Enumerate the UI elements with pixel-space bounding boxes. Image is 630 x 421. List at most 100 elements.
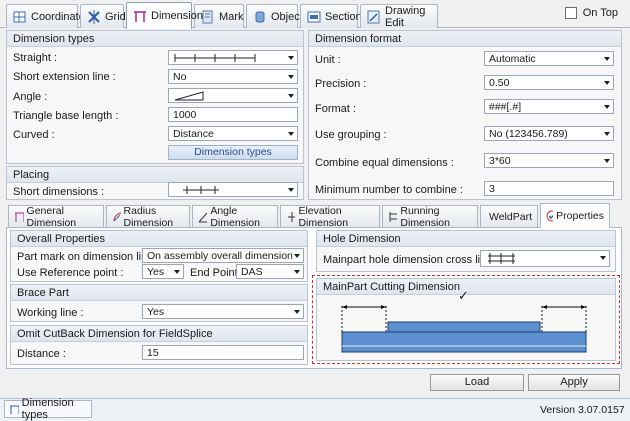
- working-line-select[interactable]: Yes: [142, 304, 304, 319]
- short-dimension-preview-icon: [183, 186, 219, 194]
- triangle-base-input[interactable]: 1000: [168, 107, 298, 122]
- mainpart-hole-label: Mainpart hole dimension cross line :: [323, 254, 499, 266]
- dimension-types-icon: [10, 405, 19, 414]
- chevron-down-icon: [604, 105, 610, 109]
- angle-dimension-icon: [198, 212, 208, 222]
- combine-equal-value: 3*60: [489, 155, 511, 167]
- placing-title: Placing: [7, 167, 303, 183]
- tab-properties-label: Properties: [556, 210, 604, 222]
- working-line-value: Yes: [147, 306, 165, 318]
- dimension-icon: [133, 9, 147, 23]
- tab-elevation-dimension-label: Elevation Dimension: [298, 204, 349, 229]
- tab-weldpart-label: WeldPart: [489, 210, 532, 223]
- triangle-base-label: Triangle base length :: [13, 110, 119, 122]
- use-grouping-select[interactable]: No (123456.789): [484, 126, 614, 141]
- chevron-down-icon: [604, 57, 610, 61]
- chevron-down-icon: [288, 94, 294, 98]
- chevron-down-icon: [604, 81, 610, 85]
- tab-dimension[interactable]: Dimension: [126, 2, 203, 29]
- chevron-down-icon: [294, 254, 300, 258]
- chevron-down-icon: [174, 270, 180, 274]
- chevron-down-icon: [600, 256, 606, 260]
- tab-section-label: Section: [325, 10, 362, 23]
- tab-coordinate-label: Coordinate: [31, 10, 85, 23]
- tab-section[interactable]: Section: [300, 4, 362, 28]
- footer-dimension-types-button[interactable]: Dimension types: [4, 397, 92, 421]
- use-grouping-label: Use grouping :: [315, 129, 387, 141]
- precision-label: Precision :: [315, 78, 367, 90]
- dimension-types-button[interactable]: Dimension types: [168, 145, 298, 160]
- running-dimension-icon: [389, 211, 398, 222]
- chevron-down-icon: [288, 75, 294, 79]
- curved-value: Distance: [173, 128, 214, 140]
- use-grouping-value: No (123456.789): [489, 128, 568, 140]
- tab-object[interactable]: Object: [246, 4, 303, 28]
- coordinate-icon: [13, 10, 27, 24]
- angle-triangle-icon: [174, 91, 204, 101]
- mainpart-hole-select[interactable]: [480, 250, 610, 267]
- tab-properties[interactable]: Properties: [540, 203, 610, 228]
- format-select[interactable]: ###[.#]: [484, 99, 614, 114]
- footer-dimension-types-label: Dimension types: [21, 397, 74, 421]
- hole-dimension-title: Hole Dimension: [317, 231, 615, 247]
- tab-radius-dimension-label: Radius Dimension: [123, 204, 174, 229]
- tab-radius-dimension[interactable]: Radius Dimension: [106, 204, 190, 229]
- mainpart-cutting-checkbox[interactable]: ✓: [458, 289, 474, 303]
- on-top-label: On Top: [582, 7, 618, 19]
- tab-grid[interactable]: Grid: [80, 4, 126, 28]
- tab-elevation-dimension[interactable]: Elevation Dimension: [280, 204, 380, 229]
- section-icon: [307, 10, 321, 24]
- short-extension-select[interactable]: No: [168, 69, 298, 84]
- tab-drawing-edit[interactable]: Drawing Edit: [360, 4, 438, 29]
- tab-running-dimension-label: Running Dimension: [400, 204, 450, 229]
- part-mark-label: Part mark on dimension line :: [17, 251, 160, 263]
- combine-equal-select[interactable]: 3*60: [484, 153, 614, 168]
- hole-cross-line-icon: [488, 253, 515, 264]
- tab-general-dimension[interactable]: General Dimension: [8, 205, 104, 229]
- tab-weldpart[interactable]: WeldPart: [480, 205, 538, 227]
- unit-select[interactable]: Automatic: [484, 51, 614, 66]
- radius-dimension-icon: [113, 212, 121, 221]
- use-reference-value: Yes: [147, 266, 165, 278]
- tab-drawing-edit-label: Drawing Edit: [385, 4, 426, 29]
- distance-input[interactable]: 15: [142, 345, 304, 360]
- general-dimension-icon: [15, 212, 24, 222]
- tab-angle-dimension[interactable]: Angle Dimension: [192, 205, 278, 229]
- end-point-select[interactable]: DAS: [236, 264, 304, 279]
- version-label: Version 3.07.0157: [540, 404, 625, 416]
- short-dimensions-label: Short dimensions :: [13, 186, 105, 198]
- unit-label: Unit :: [315, 54, 341, 66]
- working-line-label: Working line :: [17, 307, 84, 319]
- precision-select[interactable]: 0.50: [484, 75, 614, 90]
- tab-coordinate[interactable]: Coordinate: [6, 4, 85, 28]
- short-extension-label: Short extension line :: [13, 71, 116, 83]
- apply-button[interactable]: Apply: [528, 374, 620, 391]
- mark-icon: [201, 10, 215, 24]
- status-bar: [0, 398, 630, 420]
- combine-equal-label: Combine equal dimensions :: [315, 157, 454, 169]
- distance-label: Distance :: [17, 348, 66, 360]
- tab-running-dimension[interactable]: Running Dimension: [382, 204, 478, 229]
- use-reference-select[interactable]: Yes: [142, 264, 184, 279]
- unit-value: Automatic: [489, 53, 536, 65]
- angle-select[interactable]: [168, 88, 298, 103]
- tab-dimension-label: Dimension: [151, 10, 203, 22]
- on-top-toggle[interactable]: On Top: [564, 7, 618, 19]
- part-mark-value: On assembly overall dimension: [147, 250, 293, 262]
- dimension-types-title: Dimension types: [7, 31, 303, 47]
- curved-label: Curved :: [13, 129, 55, 141]
- chevron-down-icon: [294, 270, 300, 274]
- curved-select[interactable]: Distance: [168, 126, 298, 141]
- chevron-down-icon: [604, 132, 610, 136]
- chevron-down-icon: [288, 132, 294, 136]
- end-point-value: DAS: [241, 266, 263, 278]
- part-mark-select[interactable]: On assembly overall dimension: [142, 248, 304, 263]
- load-button[interactable]: Load: [430, 374, 524, 391]
- short-dimensions-select[interactable]: [168, 182, 298, 197]
- minimum-combine-input[interactable]: 3: [484, 181, 614, 196]
- properties-icon: [546, 210, 554, 222]
- tab-grid-label: Grid: [105, 10, 126, 23]
- chevron-down-icon: [604, 159, 610, 163]
- straight-select[interactable]: [168, 50, 298, 65]
- on-top-checkbox[interactable]: [564, 7, 577, 19]
